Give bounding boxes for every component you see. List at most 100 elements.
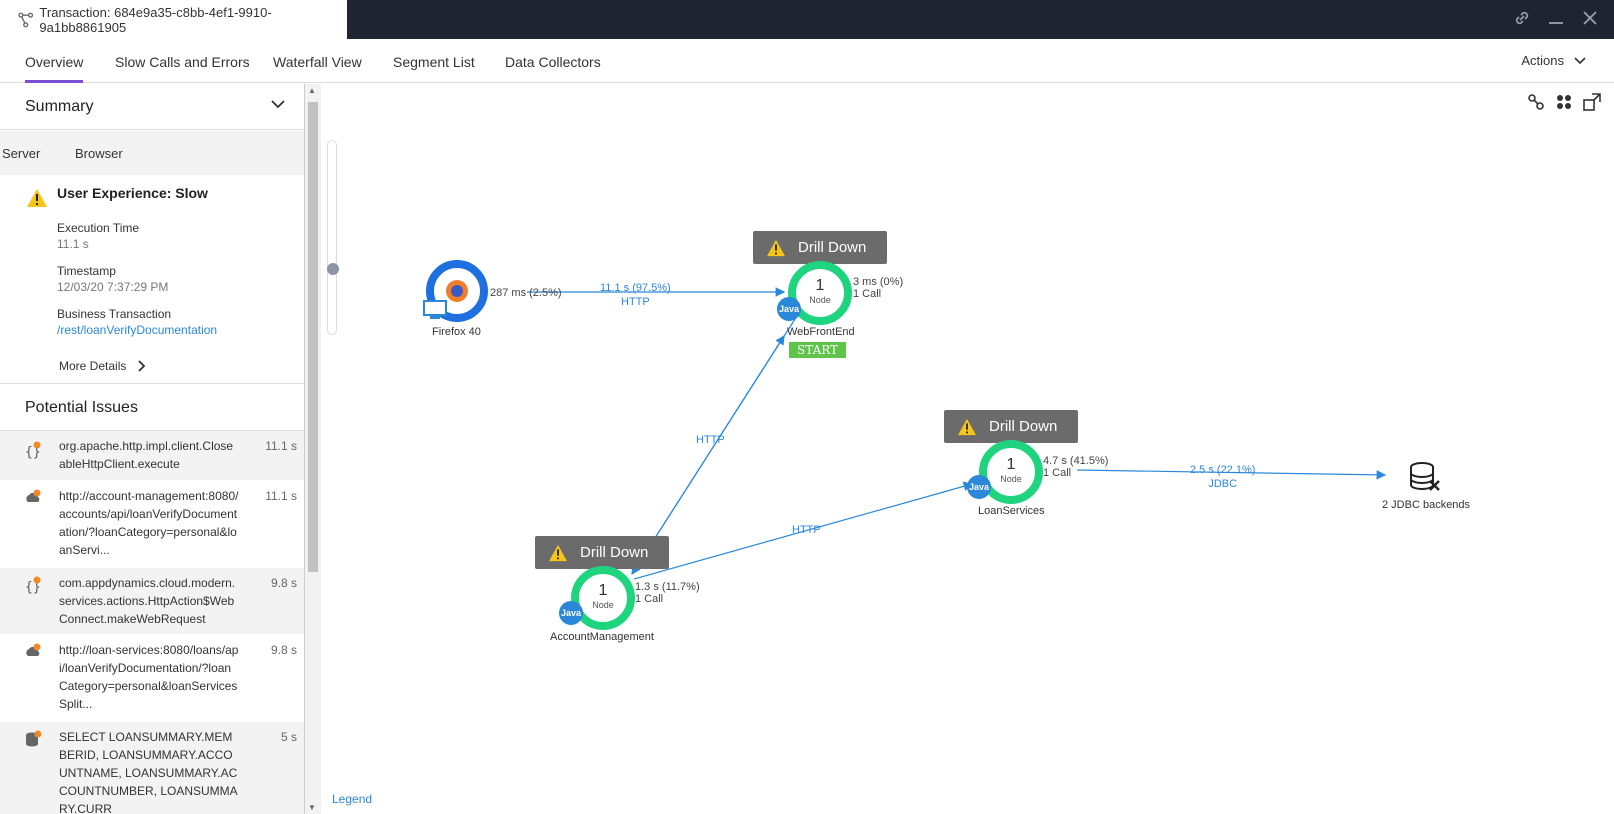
issue-text: com.appdynamics.cloud.modern.services.ac… — [59, 576, 236, 626]
node-word: Node — [592, 600, 614, 610]
tab-slow-calls-errors[interactable]: Slow Calls and Errors — [115, 39, 250, 83]
database-icon[interactable] — [1408, 461, 1442, 493]
node-count: 1 — [598, 582, 608, 599]
tab-waterfall-view[interactable]: Waterfall View — [273, 39, 362, 83]
scrollbar-thumb[interactable] — [308, 102, 318, 572]
chevron-right-icon — [138, 360, 146, 372]
drill-down-label: Drill Down — [580, 544, 649, 561]
potential-issues-header: Potential Issues — [0, 383, 304, 431]
loanservices-name: LoanServices — [978, 505, 1045, 517]
flow-edges — [527, 287, 1387, 580]
issue-time: 11.1 s — [265, 439, 297, 453]
node-word: Node — [1000, 474, 1022, 484]
zoom-knob[interactable] — [327, 263, 339, 275]
issue-item[interactable]: {} com.appdynamics.cloud.modern.services… — [0, 568, 304, 634]
legend-link[interactable]: Legend — [332, 792, 372, 806]
node-count: 1 — [815, 277, 825, 294]
edge-loan-jdbc-label: 2.5 s (22.1%) JDBC — [1190, 463, 1255, 491]
fit-to-screen-icon[interactable] — [1582, 92, 1602, 112]
desktop-icon — [423, 300, 447, 319]
drill-down-label: Drill Down — [798, 239, 867, 256]
start-badge: START — [789, 342, 847, 358]
warning-icon — [549, 544, 567, 561]
warning-icon — [767, 239, 785, 256]
issue-time: 5 s — [280, 730, 297, 744]
code-warning-icon: {} — [25, 576, 41, 594]
jdbc-backends-name: 2 JDBC backends — [1382, 499, 1471, 511]
window-title: Transaction: 684e9a35-c8bb-4ef1-9910-9a1… — [39, 4, 272, 35]
browser-name: Firefox 40 — [432, 326, 481, 338]
edge-loan-jdbc-value: 2.5 s (22.1%) — [1190, 464, 1256, 476]
warning-icon — [27, 189, 47, 207]
issue-time: 11.1 s — [265, 489, 297, 503]
flow-map-canvas[interactable]: Firefox 40 287 ms (2.5%) 11.1 s (97.5%) … — [322, 84, 1614, 814]
issue-text: SELECT LOANSUMMARY.MEMBERID, LOANSUMMARY… — [59, 730, 238, 814]
summary-panel: Summary Server Browser User Experience: … — [0, 84, 305, 814]
web-stat: 3 ms (0%) 1 Call — [853, 276, 903, 300]
edge-acct-loan-proto: HTTP — [792, 524, 821, 536]
timestamp-value: 12/03/20 7:37:29 PM — [57, 280, 169, 294]
execution-time-value: 11.1 s — [57, 237, 89, 251]
tab-segment-list[interactable]: Segment List — [393, 39, 475, 83]
web-stat-time: 3 ms (0%) — [853, 276, 904, 288]
issue-text: http://account-management:8080/accounts/… — [59, 489, 239, 557]
edge-browser-web-label: 11.1 s (97.5%) HTTP — [600, 281, 671, 309]
drill-down-web[interactable]: Drill Down — [753, 231, 887, 273]
loanservices-node[interactable]: 1 Node — [979, 440, 1043, 504]
auto-layout-icon[interactable] — [1526, 92, 1546, 112]
tab-data-collectors[interactable]: Data Collectors — [505, 39, 601, 83]
database-warning-icon — [26, 730, 42, 747]
edge-browser-web-proto: HTTP — [621, 296, 650, 308]
accountmanagement-name: AccountManagement — [550, 631, 654, 643]
subtab-server[interactable]: Server — [2, 146, 40, 161]
summary-title: Summary — [25, 98, 94, 115]
tab-overview[interactable]: Overview — [25, 39, 84, 83]
business-transaction-link[interactable]: /rest/loanVerifyDocumentation — [57, 323, 217, 337]
issue-item[interactable]: SELECT LOANSUMMARY.MEMBERID, LOANSUMMARY… — [0, 722, 304, 814]
grid-layout-icon[interactable] — [1554, 92, 1574, 112]
browser-stat: 287 ms (2.5%) — [490, 287, 562, 299]
issue-time: 9.8 s — [270, 643, 297, 657]
more-details-link[interactable]: More Details — [59, 359, 146, 373]
chevron-down-icon — [271, 100, 285, 109]
drill-down-label: Drill Down — [989, 418, 1058, 435]
edge-loan-jdbc-proto: JDBC — [1208, 478, 1238, 490]
subtab-browser[interactable]: Browser — [75, 146, 123, 161]
drill-down-loan[interactable]: Drill Down — [944, 410, 1078, 452]
close-icon[interactable] — [1580, 8, 1600, 28]
actions-menu[interactable]: Actions — [1521, 39, 1586, 83]
transaction-icon — [18, 12, 34, 27]
window-tab[interactable]: Transaction: 684e9a35-c8bb-4ef1-9910-9a1… — [0, 0, 347, 39]
java-badge: Java — [967, 475, 991, 499]
acct-stat-time: 1.3 s (11.7%) — [635, 581, 700, 593]
issue-time: 9.8 s — [270, 576, 297, 590]
minimize-icon[interactable] — [1546, 8, 1566, 28]
drill-down-acct[interactable]: Drill Down — [535, 536, 669, 578]
tab-bar: Overview Slow Calls and Errors Waterfall… — [0, 39, 1614, 83]
title-bar: Transaction: 684e9a35-c8bb-4ef1-9910-9a1… — [0, 0, 1614, 39]
issue-item[interactable]: http://loan-services:8080/loans/api/loan… — [0, 635, 304, 721]
acct-stat: 1.3 s (11.7%) 1 Call — [635, 581, 700, 605]
zoom-slider[interactable] — [327, 140, 339, 335]
accountmanagement-node[interactable]: 1 Node — [571, 566, 635, 630]
issue-item[interactable]: http://account-management:8080/accounts/… — [0, 481, 304, 567]
timestamp-label: Timestamp — [57, 264, 116, 278]
ux-title: User Experience: Slow — [57, 185, 208, 201]
loan-stat-calls: 1 Call — [1043, 467, 1072, 479]
summary-subtabs: Server Browser — [0, 131, 304, 175]
edge-web-acct-proto: HTTP — [696, 434, 725, 446]
business-transaction-label: Business Transaction — [57, 307, 172, 321]
acct-stat-calls: 1 Call — [635, 593, 664, 605]
actions-label: Actions — [1521, 53, 1564, 68]
webfrontend-name: WebFrontEnd — [787, 326, 855, 338]
node-count: 1 — [1006, 456, 1016, 473]
code-warning-icon: {} — [25, 441, 41, 459]
link-icon[interactable] — [1512, 8, 1532, 28]
summary-header[interactable]: Summary — [0, 84, 304, 130]
issue-text: org.apache.http.impl.client.CloseableHtt… — [59, 439, 234, 471]
java-badge: Java — [559, 601, 583, 625]
issue-item[interactable]: {} org.apache.http.impl.client.Closeable… — [0, 431, 304, 480]
loan-stat-time: 4.7 s (41.5%) — [1043, 455, 1109, 467]
summary-scrollbar[interactable]: ▲ ▼ — [305, 84, 321, 814]
node-word: Node — [809, 295, 831, 305]
